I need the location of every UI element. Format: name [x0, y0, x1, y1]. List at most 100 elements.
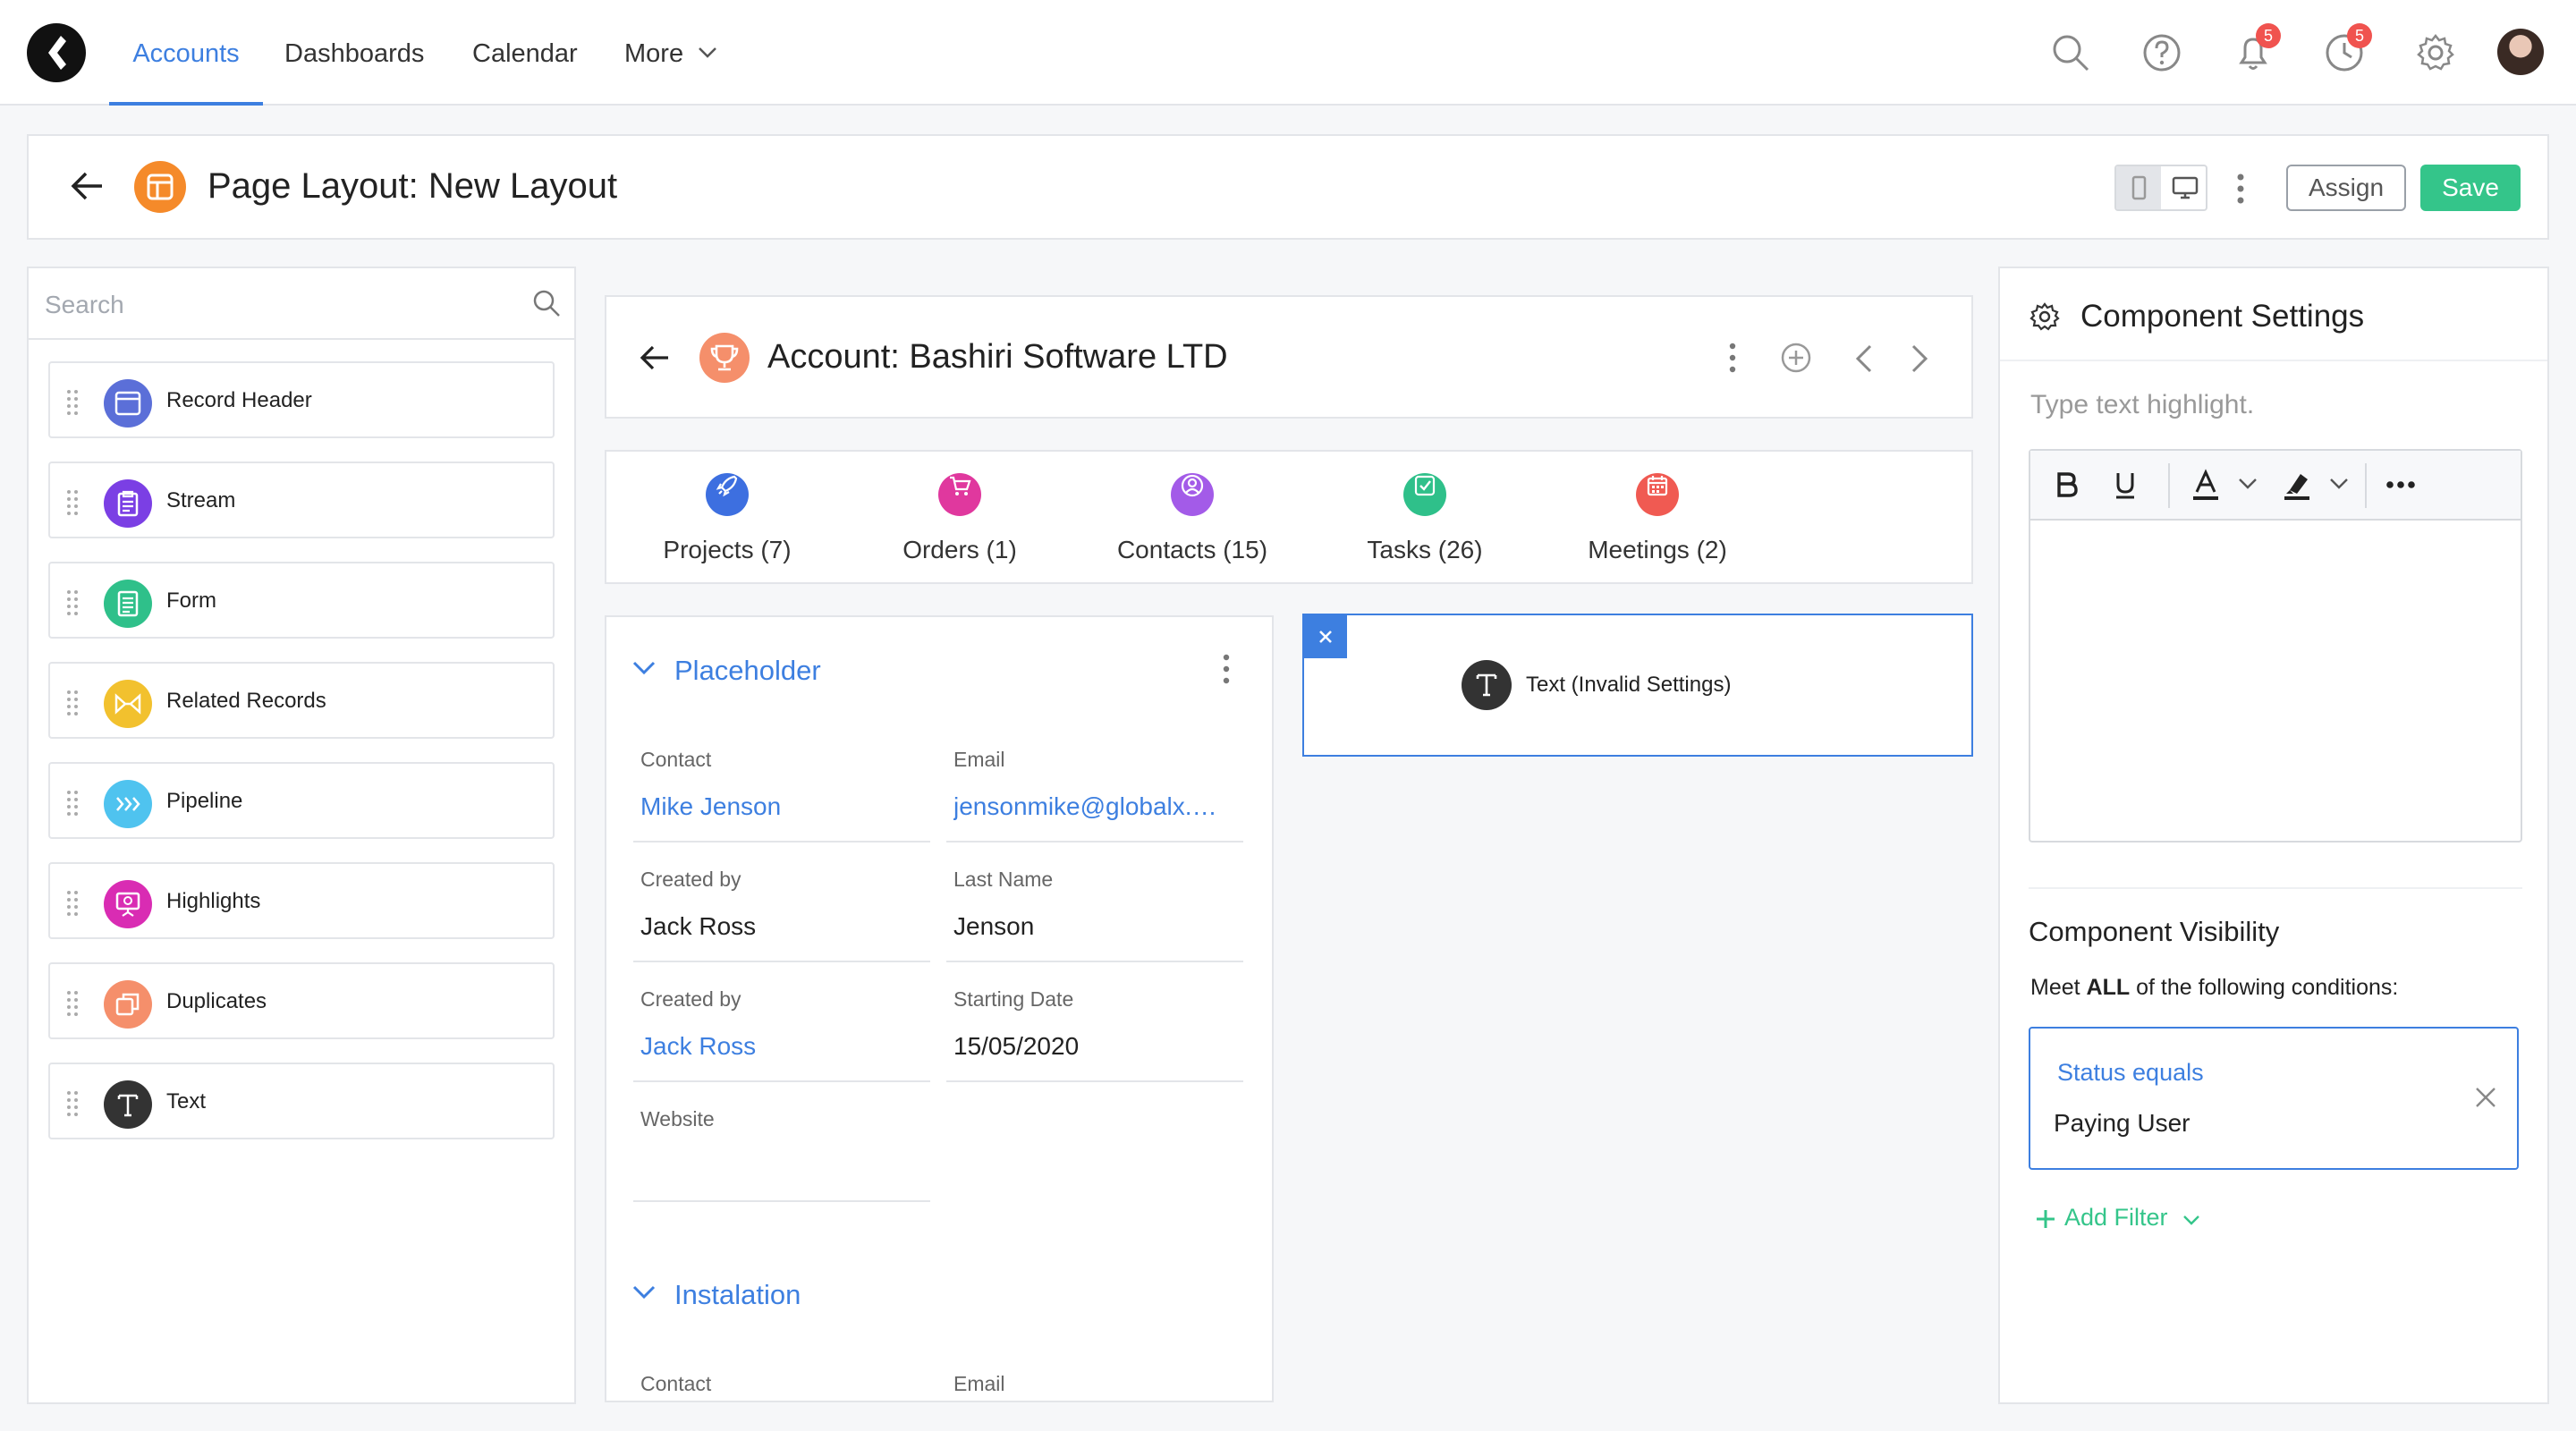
placeholder-section: Placeholder Contact Mike Jenson Email je…: [605, 615, 1274, 1402]
user-circle-icon: [1171, 473, 1214, 516]
mobile-view-button[interactable]: [2116, 166, 2161, 209]
activity-clock-icon[interactable]: 5: [2322, 23, 2372, 75]
tab-projects[interactable]: Projects (7): [624, 452, 830, 586]
drag-handle-icon[interactable]: [66, 488, 79, 515]
chevron-down-icon[interactable]: [698, 47, 717, 59]
component-label: Duplicates: [166, 989, 267, 1013]
drag-handle-icon[interactable]: [66, 789, 79, 816]
highlight-placeholder[interactable]: Type text highlight.: [2030, 390, 2254, 420]
drag-handle-icon[interactable]: [66, 989, 79, 1016]
drag-handle-icon[interactable]: [66, 889, 79, 916]
more-horizontal-icon[interactable]: [2383, 476, 2419, 494]
nav-tab-more[interactable]: More: [624, 0, 683, 106]
form-icon: [104, 580, 152, 628]
back-arrow-icon[interactable]: [639, 343, 671, 372]
visibility-condition[interactable]: Status equals Paying User: [2029, 1027, 2519, 1170]
page-header: Page Layout: New Layout Assign Save: [27, 134, 2549, 240]
meet-suffix: of the following conditions:: [2130, 975, 2399, 1000]
tab-orders[interactable]: Orders (1): [857, 452, 1063, 586]
nav-tab-dashboards[interactable]: Dashboards: [284, 0, 424, 106]
bold-icon[interactable]: [2050, 469, 2082, 501]
section-title-instalation[interactable]: Instalation: [674, 1279, 801, 1311]
font-color-icon[interactable]: [2188, 467, 2224, 503]
field-label-contact: Contact: [640, 1372, 712, 1395]
remove-component-button[interactable]: [1304, 615, 1347, 658]
help-icon[interactable]: [2140, 30, 2184, 75]
component-item-duplicates[interactable]: Duplicates: [48, 962, 555, 1039]
component-label: Stream: [166, 488, 236, 512]
settings-title: Component Settings: [2080, 299, 2365, 334]
window-icon: [104, 379, 152, 428]
bell-icon[interactable]: 5: [2231, 23, 2281, 75]
component-item-highlights[interactable]: Highlights: [48, 862, 555, 939]
search-input[interactable]: [45, 284, 528, 326]
pipeline-icon: [104, 780, 152, 828]
component-item-form[interactable]: Form: [48, 562, 555, 639]
clipboard-icon: [104, 479, 152, 528]
drag-handle-icon[interactable]: [66, 388, 79, 415]
field-value-contact[interactable]: Mike Jenson: [640, 792, 918, 821]
field-divider: [633, 961, 930, 962]
component-item-record-header[interactable]: Record Header: [48, 361, 555, 438]
rich-text-editor[interactable]: [2029, 449, 2522, 843]
trophy-icon: [699, 333, 750, 383]
field-value-email[interactable]: jensonmike@globalx.com: [953, 792, 1222, 821]
drag-handle-icon[interactable]: [66, 1089, 79, 1116]
app-logo[interactable]: [27, 23, 86, 82]
search-icon[interactable]: [2048, 30, 2093, 75]
selected-text-component[interactable]: Text (Invalid Settings): [1302, 614, 1973, 757]
search-icon[interactable]: [531, 288, 562, 318]
nav-tab-calendar[interactable]: Calendar: [472, 0, 578, 106]
highlighter-icon[interactable]: [2279, 467, 2315, 503]
drag-handle-icon[interactable]: [66, 689, 79, 716]
related-tabs: Projects (7) Orders (1) Contacts (15) Ta…: [605, 450, 1973, 584]
add-filter-label: Add Filter: [2064, 1204, 2168, 1231]
more-vertical-icon[interactable]: [1220, 653, 1233, 685]
nav-more-label: More: [624, 39, 684, 68]
more-vertical-icon[interactable]: [1726, 342, 1739, 374]
meet-prefix: Meet: [2030, 975, 2087, 1000]
component-item-stream[interactable]: Stream: [48, 461, 555, 538]
chevron-left-icon[interactable]: [1853, 343, 1875, 374]
tab-label: Meetings (2): [1588, 536, 1727, 563]
component-item-pipeline[interactable]: Pipeline: [48, 762, 555, 839]
close-icon[interactable]: [2472, 1084, 2499, 1111]
field-value-starting-date: 15/05/2020: [953, 1032, 1080, 1060]
gear-icon[interactable]: [2413, 30, 2458, 75]
conditions-description: Meet ALL of the following conditions:: [2030, 975, 2398, 1001]
add-circle-icon[interactable]: [1780, 342, 1812, 374]
drag-handle-icon[interactable]: [66, 588, 79, 615]
tab-contacts[interactable]: Contacts (15): [1089, 452, 1295, 586]
component-label: Text (Invalid Settings): [1526, 673, 1732, 697]
activity-badge: 5: [2347, 23, 2372, 48]
notifications-badge: 5: [2256, 23, 2281, 48]
desktop-view-button[interactable]: [2163, 166, 2206, 209]
chevron-down-icon[interactable]: [631, 1284, 657, 1300]
assign-button[interactable]: Assign: [2286, 165, 2406, 211]
save-button[interactable]: Save: [2420, 165, 2521, 211]
editor-toolbar: [2030, 451, 2521, 521]
tab-label: Contacts (15): [1116, 536, 1268, 563]
chevron-right-icon[interactable]: [1909, 343, 1930, 374]
field-label-last-name: Last Name: [953, 868, 1054, 891]
presentation-icon: [104, 880, 152, 928]
more-vertical-icon[interactable]: [2234, 172, 2247, 206]
nav-tab-accounts[interactable]: Accounts: [109, 0, 263, 106]
tab-label: Orders (1): [902, 536, 1017, 563]
tab-meetings[interactable]: Meetings (2): [1555, 452, 1760, 586]
field-value-created-by-link[interactable]: Jack Ross: [640, 1032, 918, 1061]
section-title[interactable]: Placeholder: [674, 655, 821, 687]
chevron-down-icon[interactable]: [631, 660, 657, 676]
avatar[interactable]: [2497, 29, 2544, 75]
cart-icon: [938, 473, 981, 516]
underline-icon[interactable]: [2109, 469, 2141, 501]
component-item-related-records[interactable]: Related Records: [48, 662, 555, 739]
chevron-down-icon[interactable]: [2238, 478, 2258, 490]
tab-tasks[interactable]: Tasks (26): [1322, 452, 1528, 586]
chevron-down-icon: [2183, 1215, 2199, 1225]
back-arrow-icon[interactable]: [70, 170, 106, 202]
toolbar-divider: [2365, 463, 2367, 508]
chevron-down-icon[interactable]: [2329, 478, 2349, 490]
component-item-text[interactable]: Text: [48, 1063, 555, 1139]
gear-icon: [2029, 302, 2060, 331]
